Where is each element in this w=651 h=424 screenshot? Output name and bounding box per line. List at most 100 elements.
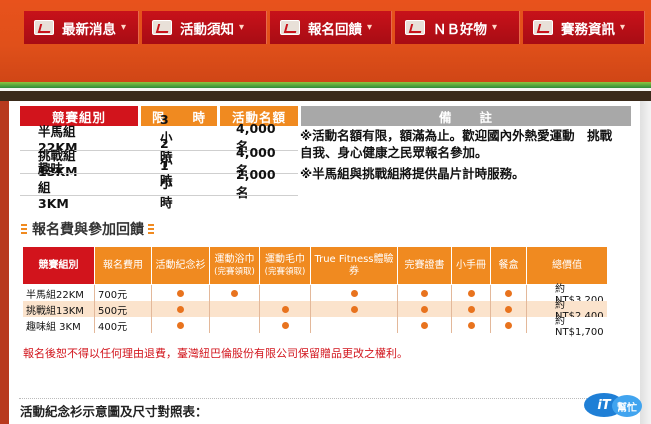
note-chip-timing: ※半馬組與挑戰組將提供晶片計時服務。 (300, 166, 525, 181)
fee-header-fitness-voucher: True Fitness體驗券 (311, 247, 397, 284)
nav-marker: ▾ (492, 22, 498, 33)
reward-cell (398, 317, 451, 333)
fee-header-towel: 運動毛巾 (完賽領取) (260, 247, 310, 284)
reward-cell (452, 285, 490, 301)
included-dot-icon (231, 289, 238, 297)
column-divider (397, 285, 398, 333)
column-divider (259, 285, 260, 333)
fee-header-total: 總價值 (527, 247, 607, 284)
heading-bars-icon (21, 224, 27, 234)
group-cell: 半馬組22KM (26, 289, 84, 301)
included-dot-icon (281, 305, 289, 313)
header-time-limit: 限 時 (141, 106, 217, 126)
fee-header-bath-towel: 運動浴巾 (完賽領取) (210, 247, 259, 284)
column-divider (490, 285, 491, 333)
included-dot-icon (467, 305, 475, 313)
nb-logo-icon (152, 20, 172, 35)
fee-header-meal-box: 餐盒 (491, 247, 526, 284)
included-dot-icon (281, 321, 289, 329)
fee-header-fee: 報名費用 (95, 247, 151, 284)
included-dot-icon (421, 321, 428, 329)
nav-marker: ▾ (367, 22, 373, 33)
reward-cell (311, 301, 397, 317)
nav-label: ＮＢ好物 (433, 21, 487, 38)
content-panel: 競賽組別 限 時 活動名額 備 註 半馬組22KM 3小時 4,000名 挑戰組… (9, 101, 640, 424)
included-dot-icon (505, 305, 512, 313)
reward-cell (152, 285, 209, 301)
group-cell: 趣味組 3KM (38, 160, 69, 211)
included-dot-icon (505, 321, 512, 329)
fee-table: 競賽組別 報名費用 活動紀念衫 運動浴巾 (完賽領取) 運動毛巾 (完賽領取) Tr… (23, 247, 607, 338)
nb-logo-icon (405, 20, 425, 35)
group-cell: 挑戰組13KM (26, 305, 84, 317)
nav-marker: ▾ (620, 22, 626, 33)
nav-marker: ▾ (239, 22, 245, 33)
included-dot-icon (421, 289, 428, 297)
nb-logo-icon (533, 20, 553, 35)
total-cell: 約NT$1,700 (555, 316, 604, 338)
nav-marker: ▾ (121, 22, 127, 33)
reward-cell (260, 301, 310, 317)
fee-cell: 400元 (98, 321, 128, 333)
nav-label: 活動須知 (180, 21, 234, 38)
included-dot-icon (350, 305, 358, 313)
table-row: 挑戰組13KM500元約NT$2,400 (23, 300, 607, 322)
reward-cell (152, 317, 209, 333)
table-row: 趣味組 3KM 400元 約NT$1,700 (23, 316, 607, 338)
included-dot-icon (350, 289, 358, 297)
table-row: 半馬組22KM700元約NT$3,200 (23, 284, 607, 306)
quota-cell: 2,000名 (236, 167, 276, 200)
included-dot-icon (505, 289, 512, 297)
limit-cell: 1小時 (160, 157, 173, 210)
nav-label: 最新消息 (62, 21, 116, 38)
fee-cell: 500元 (98, 305, 128, 317)
included-dot-icon (177, 305, 184, 313)
included-dot-icon (467, 321, 475, 329)
nav-item-nb-goods[interactable]: ＮＢ好物 ▾ (395, 11, 520, 44)
reward-cell (210, 317, 259, 333)
reward-cell (260, 317, 310, 333)
reward-cell (452, 301, 490, 317)
fee-header-booklet: 小手冊 (452, 247, 490, 284)
group-cell: 趣味組 3KM (26, 321, 81, 333)
shirt-size-title: 活動紀念衫示意圖及尺寸對照表： (20, 404, 208, 419)
included-dot-icon (467, 289, 475, 297)
column-divider (310, 285, 311, 333)
nb-logo-icon (34, 20, 54, 35)
reward-cell (491, 317, 526, 333)
nav-item-latest-news[interactable]: 最新消息 ▾ (24, 11, 139, 44)
fee-header-certificate: 完賽證書 (398, 247, 451, 284)
reward-cell (452, 317, 490, 333)
fee-header-group: 競賽組別 (23, 247, 94, 284)
included-dot-icon (177, 321, 184, 329)
nav-label: 報名回饋 (308, 21, 362, 38)
row-divider (20, 195, 298, 196)
dotted-divider (19, 398, 629, 399)
ithome-badge: iT 幫忙 (582, 389, 644, 421)
included-dot-icon (421, 305, 428, 313)
column-divider (451, 285, 452, 333)
nav-item-registration-rewards[interactable]: 報名回饋 ▾ (270, 11, 392, 44)
nav-label: 賽務資訊 (561, 21, 615, 38)
nav-item-event-notice[interactable]: 活動須知 ▾ (142, 11, 267, 44)
help-label: 幫忙 (612, 395, 642, 417)
nb-logo-icon (280, 20, 300, 35)
column-divider (151, 285, 152, 333)
reward-cell (260, 285, 310, 301)
reward-cell (311, 285, 397, 301)
nav-item-race-info[interactable]: 賽務資訊 ▾ (523, 11, 645, 44)
reward-cell (210, 301, 259, 317)
column-divider (209, 285, 210, 333)
included-dot-icon (177, 289, 184, 297)
fee-section-title: 報名費與參加回饋 (32, 222, 144, 238)
reward-cell (491, 285, 526, 301)
right-scroll-edge (640, 101, 651, 424)
reward-cell (398, 301, 451, 317)
main-nav: 最新消息 ▾ 活動須知 ▾ 報名回饋 ▾ ＮＢ好物 ▾ 賽務資訊 ▾ (0, 11, 651, 44)
notes-block: ※活動名額有限，額滿為止。歡迎國內外熱愛運動 挑戰 自我、身心健康之民眾報名參加… (300, 127, 630, 182)
fee-cell: 700元 (98, 289, 128, 301)
reward-cell (210, 285, 259, 301)
refund-warning: 報名後恕不得以任何理由退費，臺灣紐巴倫股份有限公司保留贈品更改之權利。 (23, 347, 408, 360)
fee-header-shirt: 活動紀念衫 (152, 247, 209, 284)
top-banner: 最新消息 ▾ 活動須知 ▾ 報名回饋 ▾ ＮＢ好物 ▾ 賽務資訊 ▾ (0, 0, 651, 82)
